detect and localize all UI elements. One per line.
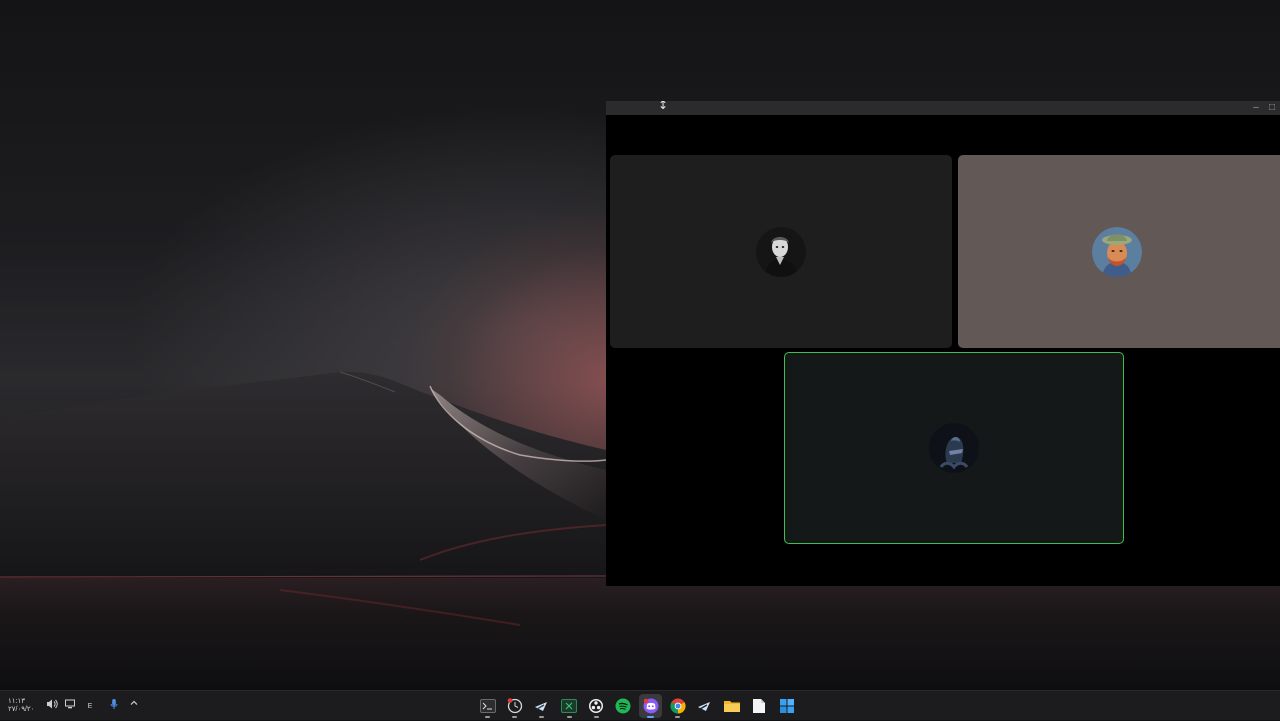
windows-start-icon[interactable] — [775, 694, 798, 718]
clock-date: ٢٧/٠٩/٢٠ — [8, 706, 35, 713]
window-controls: – □ — [1248, 101, 1280, 115]
participant-avatar-3 — [929, 423, 979, 473]
running-indicator — [647, 716, 655, 718]
speaker-icon[interactable] — [44, 698, 60, 714]
network-icon[interactable] — [62, 698, 78, 714]
microphone-icon[interactable] — [106, 698, 122, 714]
taskbar: ١١:١٣ ٢٧/٠٩/٢٠ E — [0, 690, 1280, 720]
excel-icon[interactable] — [558, 694, 581, 718]
obs-icon[interactable] — [585, 694, 608, 718]
running-indicator — [566, 716, 572, 718]
language-indicator[interactable]: E — [82, 703, 98, 710]
resize-cursor-icon: ↕ — [658, 101, 669, 112]
steam-2-icon[interactable] — [694, 694, 717, 718]
chevron-up-icon[interactable] — [126, 698, 142, 714]
clock-time: ١١:١٣ — [8, 698, 25, 705]
system-tray: ١١:١٣ ٢٧/٠٩/٢٠ E — [8, 691, 142, 721]
discord-icon[interactable] — [639, 694, 663, 718]
steam-icon[interactable] — [530, 694, 553, 718]
call-window[interactable]: ↕ – □ — [606, 101, 1280, 586]
notepad-icon[interactable] — [748, 694, 771, 718]
file-explorer-icon[interactable] — [721, 694, 744, 718]
taskbar-apps — [476, 694, 802, 718]
window-titlebar[interactable]: ↕ – □ — [606, 101, 1280, 115]
running-indicator — [539, 716, 545, 718]
terminal-app-icon[interactable] — [476, 694, 499, 718]
participant-tile-3-active[interactable] — [784, 352, 1124, 544]
participant-avatar-1 — [756, 226, 806, 277]
running-indicator — [675, 716, 681, 718]
running-indicator — [485, 716, 490, 718]
running-indicator — [593, 716, 599, 718]
participant-tile-1[interactable] — [610, 155, 952, 348]
clock[interactable]: ١١:١٣ ٢٧/٠٩/٢٠ — [8, 698, 42, 714]
running-indicator — [512, 716, 518, 718]
clock-app-icon[interactable] — [503, 694, 526, 718]
participant-avatar-2 — [1092, 226, 1142, 277]
maximize-button[interactable]: □ — [1264, 101, 1280, 115]
chrome-icon[interactable] — [666, 694, 689, 718]
minimize-button[interactable]: – — [1248, 101, 1264, 115]
spotify-icon[interactable] — [612, 694, 635, 718]
participant-tile-2[interactable] — [958, 155, 1280, 348]
